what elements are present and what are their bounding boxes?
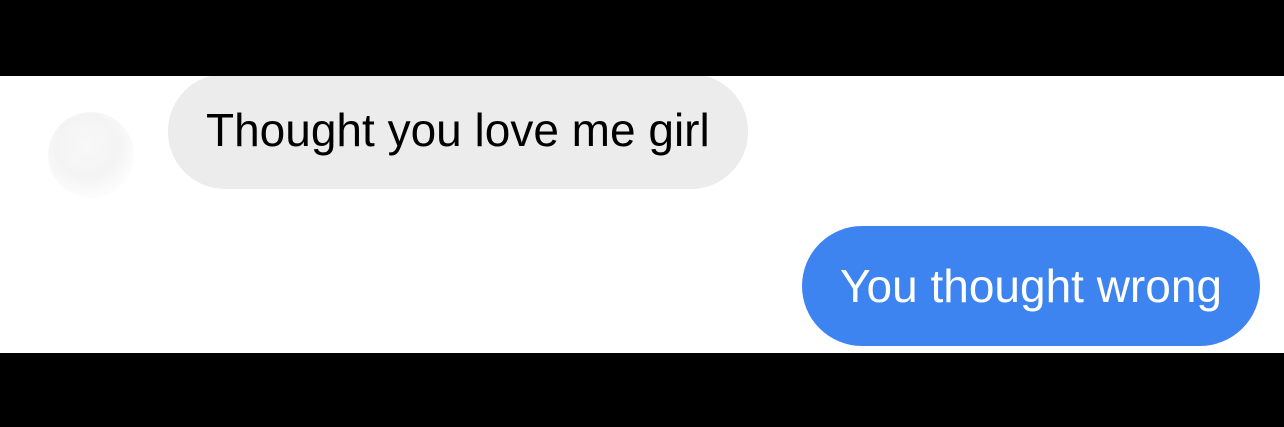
contact-avatar-icon[interactable]	[48, 112, 134, 198]
received-message-bubble[interactable]: Thought you love me girl	[168, 76, 748, 189]
letterbox-top	[0, 0, 1284, 76]
sent-message-bubble[interactable]: You thought wrong	[802, 226, 1260, 346]
message-thread[interactable]: Thought you love me girl You thought wro…	[0, 76, 1284, 353]
letterbox-bottom	[0, 353, 1284, 427]
